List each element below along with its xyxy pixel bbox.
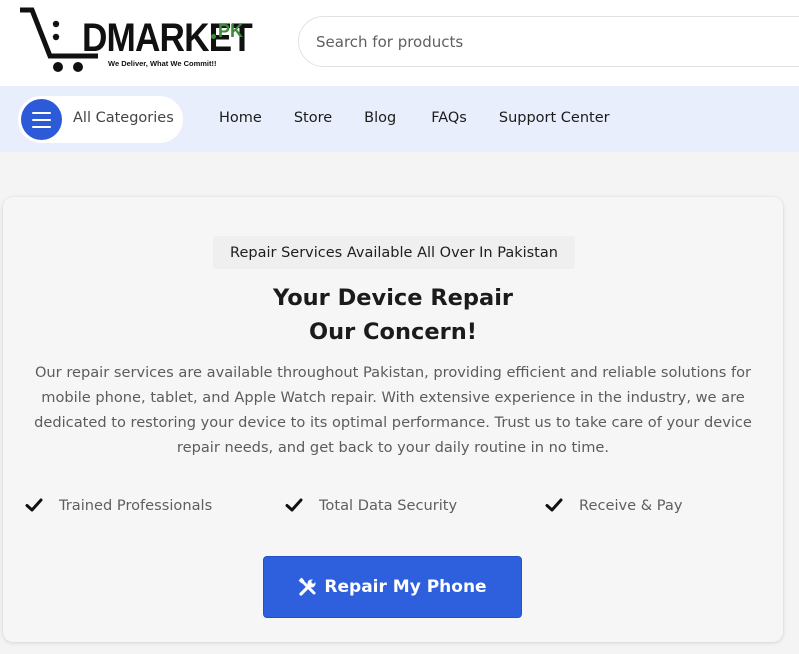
tools-icon	[299, 577, 316, 596]
site-logo[interactable]: DMARKET PK We Deliver, What We Commit!!	[18, 4, 258, 72]
search-input[interactable]	[316, 32, 799, 51]
feature-total-data-security: Total Data Security	[285, 496, 457, 514]
site-header: DMARKET PK We Deliver, What We Commit!!	[0, 0, 799, 86]
repair-my-phone-button[interactable]: Repair My Phone	[263, 556, 522, 618]
nav-link-store[interactable]: Store	[294, 110, 332, 126]
feature-label: Trained Professionals	[59, 496, 213, 514]
feature-receive-and-pay: Receive & Pay	[545, 496, 683, 514]
search-bar[interactable]	[298, 16, 799, 67]
hero-title-line1: Your Device Repair	[272, 285, 514, 311]
hero-title-line2: Our Concern!	[308, 319, 478, 345]
check-icon	[25, 498, 43, 512]
nav-link-faqs[interactable]: FAQs	[431, 110, 467, 126]
hero-title: Your Device Repair Our Concern!	[3, 281, 783, 349]
nav-link-support-center[interactable]: Support Center	[499, 110, 610, 126]
nav-links: Home Store Blog FAQs Support Center	[219, 110, 610, 126]
hero-description: Our repair services are available throug…	[34, 364, 752, 456]
hamburger-menu-icon[interactable]	[21, 99, 62, 140]
check-icon	[285, 498, 303, 512]
logo-suffix: PK	[218, 21, 244, 41]
check-icon	[545, 498, 563, 512]
all-categories-button[interactable]: All Categories	[18, 96, 183, 143]
feature-label: Total Data Security	[319, 496, 458, 514]
repair-my-phone-label: Repair My Phone	[324, 577, 487, 597]
all-categories-label: All Categories	[73, 110, 174, 126]
nav-link-home[interactable]: Home	[219, 110, 262, 126]
nav-link-blog[interactable]: Blog	[364, 110, 396, 126]
repair-hero-card: Repair Services Available All Over In Pa…	[3, 197, 783, 642]
availability-badge: Repair Services Available All Over In Pa…	[213, 236, 575, 269]
logo-dot	[211, 34, 216, 39]
feature-label: Receive & Pay	[579, 496, 683, 514]
logo-tagline: We Deliver, What We Commit!!	[108, 59, 217, 68]
feature-trained-professionals: Trained Professionals	[25, 496, 212, 514]
main-nav: All Categories Home Store Blog FAQs Supp…	[0, 86, 799, 152]
